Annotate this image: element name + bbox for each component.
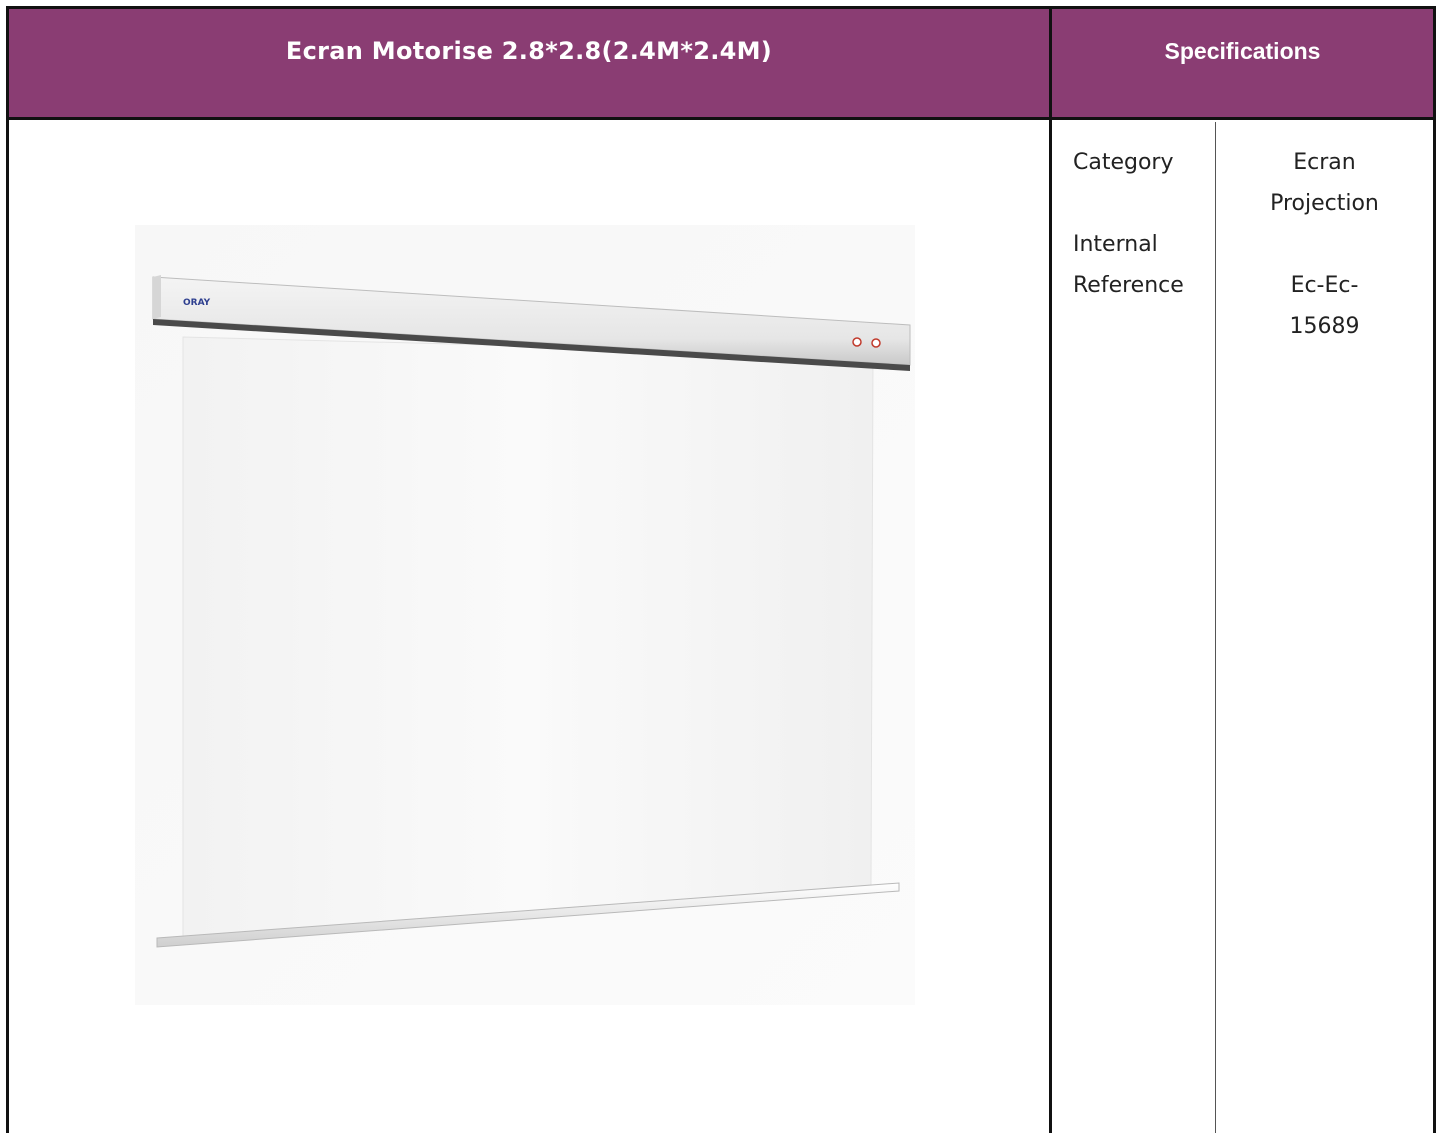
spec-value-internal-reference: Ec-Ec- 15689 <box>1232 265 1417 347</box>
product-title: Ecran Motorise 2.8*2.8(2.4M*2.4M) <box>285 37 773 65</box>
spec-value-line: 15689 <box>1289 314 1360 339</box>
specifications-heading: Specifications <box>1164 37 1321 64</box>
spec-value-line: Ec-Ec- <box>1290 273 1359 298</box>
spec-values: Ecran Projection Ec-Ec- 15689 <box>1232 142 1417 347</box>
spec-value-category: Ecran Projection <box>1232 142 1417 224</box>
screen-surface <box>182 336 874 938</box>
warning-sticker-icon <box>871 338 881 348</box>
right-border <box>1433 120 1436 1133</box>
spec-labels: Category Internal Reference <box>1073 142 1208 306</box>
spec-label-category: Category <box>1073 150 1174 175</box>
spec-label-line: Reference <box>1073 273 1184 298</box>
spec-label-line: Internal <box>1073 232 1158 257</box>
warning-sticker-icon <box>852 337 862 347</box>
projection-screen-image: ORAY <box>135 225 915 1005</box>
spec-column-divider <box>1215 122 1216 1133</box>
spec-label-internal-reference: Internal Reference <box>1073 224 1208 306</box>
product-spec-table: Ecran Motorise 2.8*2.8(2.4M*2.4M) Specif… <box>0 0 1442 1133</box>
brand-logo: ORAY <box>183 298 211 308</box>
case-end-cap <box>153 275 161 319</box>
spec-value-line: Ecran <box>1293 150 1356 175</box>
left-border <box>6 120 9 1133</box>
spec-value-line: Projection <box>1270 191 1379 216</box>
column-divider <box>1049 120 1052 1133</box>
